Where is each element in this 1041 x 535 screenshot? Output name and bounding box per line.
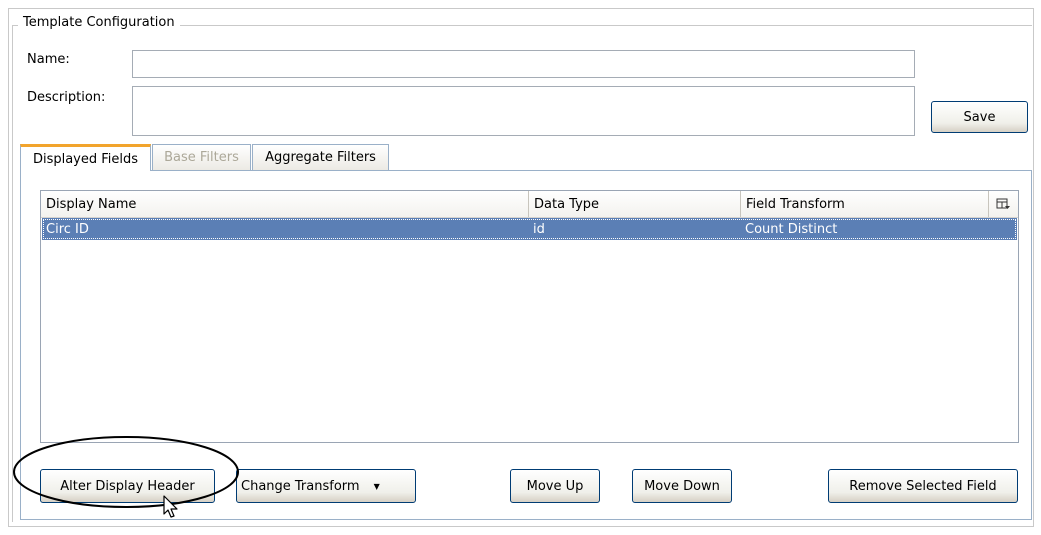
move-up-button[interactable]: Move Up: [510, 469, 600, 503]
save-button[interactable]: Save: [931, 101, 1028, 133]
column-header-display-name[interactable]: Display Name: [41, 191, 529, 217]
description-input[interactable]: [132, 86, 915, 136]
section-legend: Template Configuration: [18, 15, 180, 30]
change-transform-label: Change Transform: [241, 478, 360, 494]
change-transform-button[interactable]: Change Transform ▼: [236, 469, 416, 503]
alter-display-header-button[interactable]: Alter Display Header: [40, 469, 215, 503]
name-input[interactable]: [132, 50, 915, 78]
description-label: Description:: [27, 90, 106, 105]
cell-display-name: Circ ID: [46, 221, 89, 237]
tab-displayed-fields[interactable]: Displayed Fields: [20, 144, 151, 171]
column-header-field-transform[interactable]: Field Transform: [741, 191, 989, 217]
remove-selected-field-button[interactable]: Remove Selected Field: [828, 469, 1018, 503]
column-header-data-type[interactable]: Data Type: [529, 191, 741, 217]
table-row[interactable]: Circ ID id Count Distinct: [42, 218, 1017, 240]
name-label: Name:: [27, 52, 70, 67]
move-down-button[interactable]: Move Down: [632, 469, 732, 503]
column-chooser-glyph: [996, 198, 1010, 209]
tab-aggregate-filters[interactable]: Aggregate Filters: [252, 144, 389, 170]
cell-data-type: id: [533, 221, 545, 237]
dropdown-arrow-icon: ▼: [373, 481, 380, 491]
fields-grid: Display Name Data Type Field Transform C…: [40, 190, 1019, 443]
grid-header: Display Name Data Type Field Transform: [41, 191, 1018, 218]
column-chooser-icon[interactable]: [989, 191, 1018, 217]
cell-field-transform: Count Distinct: [745, 221, 838, 237]
tab-base-filters: Base Filters: [152, 144, 251, 170]
